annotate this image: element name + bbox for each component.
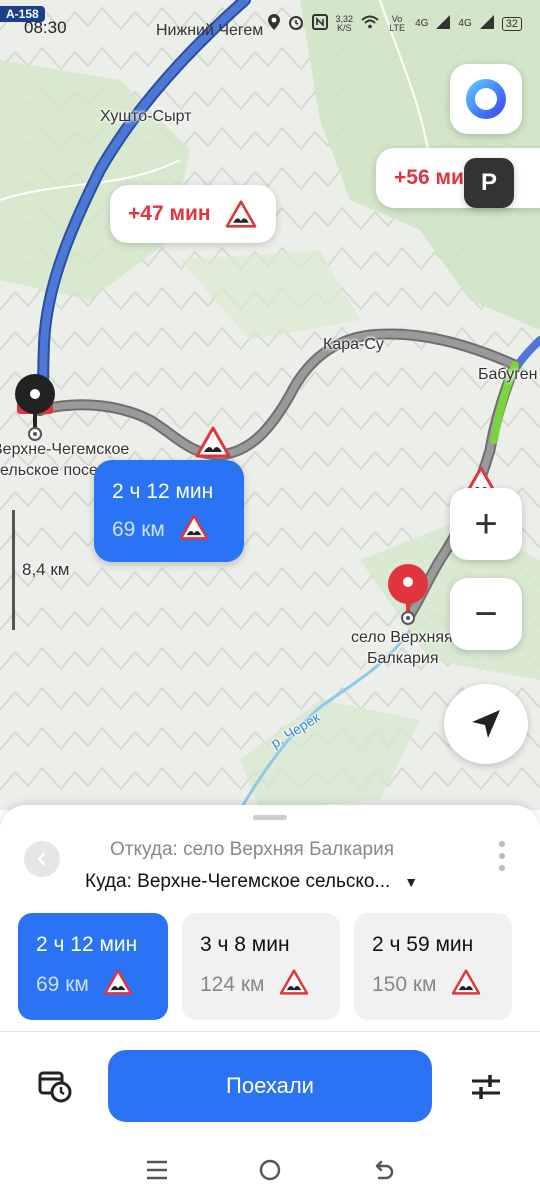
volte-label: Vo LTE [389,13,405,33]
parking-label: P [480,169,497,196]
map-scale-bar [12,510,16,630]
map-scale-label: 8,4 км [22,560,70,579]
wifi-icon [361,15,379,32]
road-hazard-icon [195,426,231,463]
alt-route-bubble-2[interactable]: +56 мин [376,148,540,208]
back-button[interactable] [24,841,60,877]
road-hazard-icon [179,514,209,546]
destination-pin-icon[interactable] [384,562,432,631]
signal-2-label: 4G [458,18,472,29]
map-label-khushto-syrt: Хушто-Сырт [100,108,192,125]
road-hazard-icon [225,200,257,228]
calendar-clock-icon [38,1071,72,1103]
alt-route-bubble-1[interactable]: +47 мин [110,185,276,243]
navigation-arrow-icon [472,710,500,738]
alarm-icon [288,14,304,33]
alice-assistant-button[interactable] [450,64,522,134]
home-circle-icon [259,1159,281,1181]
parking-button[interactable]: P [464,158,514,208]
status-time: 08:30 [24,18,67,37]
zoom-in-button[interactable]: + [450,488,522,560]
route-variant-1[interactable]: 2 ч 12 мин 69 км [18,913,168,1020]
route-variant-time: 3 ч 8 мин [200,933,290,956]
signal-icon-2 [479,15,494,32]
route-variants-list: 2 ч 12 мин 69 км 3 ч 8 мин 124 км 2 ч 59… [18,913,522,1020]
back-arrow-icon [376,1160,394,1180]
map-label-destination-line1: село Верхняя [351,629,453,646]
net-speed: 3,32 K/S [336,14,354,33]
status-place-label: Нижний Чегем [156,22,264,39]
signal-icon [436,15,451,32]
battery-indicator: 32 [501,16,522,31]
route-variant-2[interactable]: 3 ч 8 мин 124 км [182,913,340,1020]
nfc-icon [311,14,328,33]
recents-button[interactable] [142,1155,172,1185]
alice-icon [466,79,506,119]
dot-icon [499,865,505,871]
alt-route-1-delay: +47 мин [128,202,211,225]
minus-icon: − [474,592,498,636]
route-from-field[interactable]: Откуда: село Верхняя Балкария [110,839,394,861]
back-nav-button[interactable] [368,1155,398,1185]
status-bar: A-158 08:30 Нижний Чегем 3,32 K/S Vo LTE… [0,0,540,44]
sheet-divider [0,1031,540,1032]
map-view[interactable]: A-158 08:30 Нижний Чегем 3,32 K/S Vo LTE… [0,0,540,810]
system-nav-bar [0,1140,540,1200]
route-variant-distance: 69 км [36,973,89,996]
status-icons: 3,32 K/S Vo LTE 4G 4G 32 [267,13,522,33]
net-speed-unit: K/S [337,22,352,33]
route-to-text: Куда: Верхне-Чегемское сельско... [85,871,391,892]
dot-icon [499,853,505,859]
map-label-babugent: Бабуген [478,366,538,383]
route-variant-distance: 124 км [200,973,265,996]
selected-route-time: 2 ч 12 мин [112,480,214,503]
dropdown-caret-icon: ▼ [404,874,419,890]
origin-pin-icon[interactable] [13,372,59,449]
selected-route-card[interactable]: 2 ч 12 мин 69 км [94,460,244,562]
zoom-out-button[interactable]: − [450,578,522,650]
route-variant-distance: 150 км [372,973,437,996]
my-location-button[interactable] [444,684,528,764]
map-label-destination-line2: Балкария [367,650,439,667]
sheet-drag-handle[interactable] [253,815,287,820]
route-variant-3[interactable]: 2 ч 59 мин 150 км [354,913,512,1020]
selected-route-distance: 69 км [112,518,165,541]
route-to-field[interactable]: Куда: Верхне-Чегемское сельско... ▼ [85,871,418,893]
route-variant-time: 2 ч 12 мин [36,933,138,956]
signal-1-label: 4G [415,18,429,29]
map-label-kara-su: Кара-Су [323,336,384,353]
route-settings-button[interactable] [470,1073,502,1103]
location-icon [267,14,280,33]
road-hazard-icon [103,969,133,1001]
more-options-button[interactable] [498,841,506,871]
go-button[interactable]: Поехали [108,1050,432,1122]
route-variant-time: 2 ч 59 мин [372,933,474,956]
road-hazard-icon [279,969,309,1001]
menu-icon [146,1160,167,1180]
home-button[interactable] [255,1155,285,1185]
plus-icon: + [474,502,498,546]
chevron-left-icon [37,852,46,866]
sliders-icon [472,1075,500,1099]
road-hazard-icon [451,969,481,1001]
departure-time-button[interactable] [38,1069,72,1103]
dot-icon [499,841,505,847]
